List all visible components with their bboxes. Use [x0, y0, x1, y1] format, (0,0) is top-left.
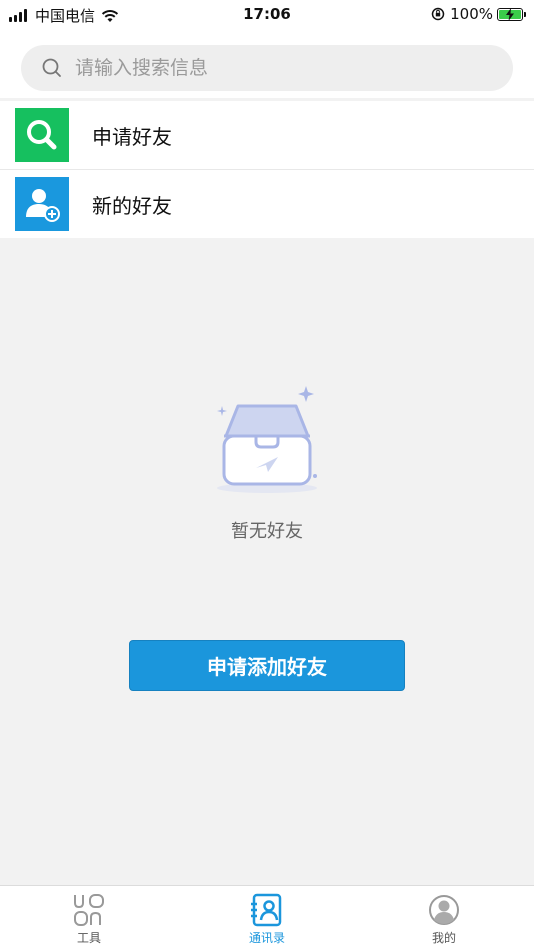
add-friend-button[interactable]: 申请添加好友: [129, 640, 405, 691]
tab-label: 我的: [431, 931, 456, 945]
search-icon: [15, 108, 69, 162]
tab-label: 工具: [76, 931, 101, 945]
battery-nub: [524, 11, 526, 17]
status-right: 100%: [431, 5, 526, 23]
empty-state-text: 暂无好友: [231, 521, 303, 542]
tab-label: 通讯录: [248, 931, 285, 945]
tools-icon: [74, 894, 104, 926]
status-bar: 中国电信 17:06 100%: [0, 0, 534, 30]
profile-icon: [429, 895, 459, 925]
empty-box-icon: [217, 386, 317, 493]
tab-contacts[interactable]: 通讯录: [207, 886, 327, 951]
tab-tools[interactable]: 工具: [29, 886, 149, 951]
battery-icon: [497, 7, 523, 21]
search-box[interactable]: [21, 45, 513, 91]
search-input[interactable]: [73, 56, 477, 80]
rotation-lock-icon: [431, 7, 445, 21]
tab-mine[interactable]: 我的: [384, 886, 504, 951]
list-item-new-friends[interactable]: 新的好友: [0, 170, 534, 238]
list-item-label: 申请好友: [92, 124, 172, 149]
contacts-icon: [251, 893, 282, 927]
list-item-label: 新的好友: [92, 193, 172, 218]
search-area: [0, 30, 534, 98]
battery-percent: 100%: [450, 5, 493, 23]
add-user-icon: [15, 177, 69, 231]
list-item-apply-friend[interactable]: 申请好友: [0, 101, 534, 169]
search-icon: [42, 58, 61, 77]
tab-bar: 工具 通讯录 我的: [0, 885, 534, 951]
